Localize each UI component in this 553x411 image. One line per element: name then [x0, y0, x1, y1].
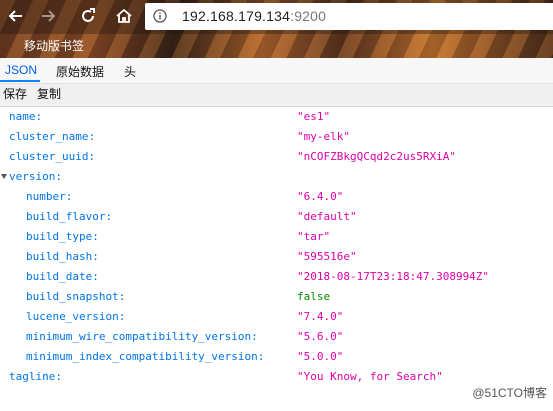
- json-key: minimum_index_compatibility_version:: [26, 350, 265, 363]
- json-key: number:: [26, 190, 73, 203]
- json-row-build-hash[interactable]: build_hash: "595516e": [0, 247, 553, 267]
- json-row-version[interactable]: version:: [0, 167, 553, 187]
- back-arrow-icon: [8, 10, 22, 22]
- browser-toolbar: 192.168.179.134:9200 移动版书签: [0, 0, 553, 58]
- tab-headers[interactable]: 头: [124, 63, 136, 80]
- json-key: name:: [9, 110, 43, 123]
- forward-arrow-icon: [42, 10, 56, 22]
- json-toolbar: 保存 复制: [0, 84, 553, 107]
- json-row-build-date[interactable]: build_date: "2018-08-17T23:18:47.308994Z…: [0, 267, 553, 287]
- reload-icon: [82, 8, 95, 22]
- json-value: "2018-08-17T23:18:47.308994Z": [297, 270, 490, 283]
- active-tab-indicator: [0, 80, 40, 82]
- json-row-number[interactable]: number: "6.4.0": [0, 187, 553, 207]
- json-value: "595516e": [297, 250, 357, 263]
- json-row-build-type[interactable]: build_type: "tar": [0, 227, 553, 247]
- json-row-build-flavor[interactable]: build_flavor: "default": [0, 207, 553, 227]
- viewer-tabs: JSON 原始数据 头: [0, 58, 553, 84]
- url-host: 192.168.179.134: [182, 8, 291, 24]
- watermark: @51CTO博客: [472, 386, 547, 400]
- json-row-cluster-name[interactable]: cluster_name: "my-elk": [0, 127, 553, 147]
- json-row-build-snapshot[interactable]: build_snapshot: false: [0, 287, 553, 307]
- tab-raw-data[interactable]: 原始数据: [56, 63, 104, 80]
- json-value: "nCOFZBkgQCqd2c2us5RXiA": [297, 150, 456, 163]
- json-value: "my-elk": [297, 130, 350, 143]
- expand-collapse-icon[interactable]: [1, 174, 7, 179]
- back-button[interactable]: [4, 4, 28, 28]
- json-tree: name: "es1" cluster_name: "my-elk" clust…: [0, 107, 553, 387]
- address-bar[interactable]: 192.168.179.134:9200: [145, 3, 553, 30]
- json-key: build_type:: [26, 230, 99, 243]
- json-key: build_flavor:: [26, 210, 113, 223]
- mobile-bookmarks-link[interactable]: 移动版书签: [24, 37, 84, 54]
- save-button[interactable]: 保存: [1, 85, 29, 103]
- json-value: "You Know, for Search": [297, 370, 443, 383]
- json-row-lucene-version[interactable]: lucene_version: "7.4.0": [0, 307, 553, 327]
- forward-button[interactable]: [36, 4, 60, 28]
- info-icon[interactable]: [153, 9, 167, 23]
- json-value: "7.4.0": [297, 310, 344, 323]
- json-row-name[interactable]: name: "es1": [0, 107, 553, 127]
- json-row-cluster-uuid[interactable]: cluster_uuid: "nCOFZBkgQCqd2c2us5RXiA": [0, 147, 553, 167]
- json-key: cluster_uuid:: [9, 150, 96, 163]
- json-value: "tar": [297, 230, 331, 243]
- json-row-min-wire-compat[interactable]: minimum_wire_compatibility_version: "5.6…: [0, 327, 553, 347]
- reload-button[interactable]: [76, 4, 100, 28]
- url-port: :9200: [290, 8, 327, 24]
- home-button[interactable]: [112, 4, 136, 28]
- json-value: "5.0.0": [297, 350, 344, 363]
- json-value: "es1": [297, 110, 331, 123]
- json-row-tagline[interactable]: tagline: "You Know, for Search": [0, 367, 553, 387]
- json-key: version:: [9, 170, 62, 183]
- tab-json[interactable]: JSON: [5, 63, 37, 77]
- json-value: "default": [297, 210, 357, 223]
- json-key: lucene_version:: [26, 310, 126, 323]
- json-value: false: [297, 290, 331, 303]
- json-row-min-index-compat[interactable]: minimum_index_compatibility_version: "5.…: [0, 347, 553, 367]
- home-icon: [116, 8, 132, 23]
- json-key: build_hash:: [26, 250, 99, 263]
- json-key: build_date:: [26, 270, 99, 283]
- json-key: build_snapshot:: [26, 290, 126, 303]
- json-key: minimum_wire_compatibility_version:: [26, 330, 258, 343]
- json-key: tagline:: [9, 370, 62, 383]
- url-text: 192.168.179.134:9200: [182, 8, 326, 24]
- copy-button[interactable]: 复制: [35, 85, 63, 103]
- json-value: "5.6.0": [297, 330, 344, 343]
- json-value: "6.4.0": [297, 190, 344, 203]
- json-key: cluster_name:: [9, 130, 96, 143]
